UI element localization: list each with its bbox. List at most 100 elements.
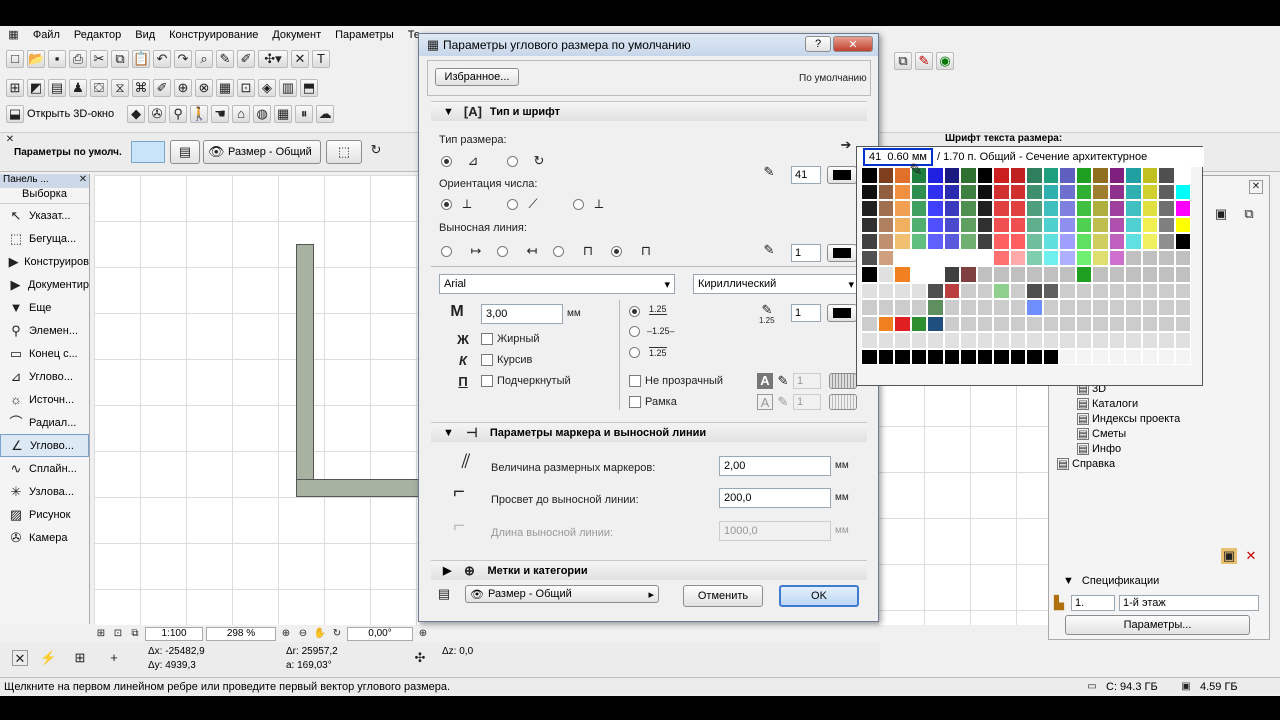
- pen-color-swatch[interactable]: [1009, 315, 1026, 332]
- pen-color-swatch[interactable]: [960, 299, 977, 316]
- toolbox-item[interactable]: ∠ Углово...: [0, 434, 89, 457]
- menu-view[interactable]: Вид: [135, 29, 155, 41]
- pen-color-swatch[interactable]: [1174, 200, 1191, 217]
- pen-color-swatch[interactable]: [1092, 233, 1109, 250]
- walk-icon[interactable]: ⚲: [169, 105, 188, 123]
- pen-color-swatch[interactable]: [877, 183, 894, 200]
- pen-color-swatch[interactable]: [1009, 332, 1026, 349]
- tool-j-icon[interactable]: ⊗: [195, 79, 213, 97]
- pen-color-swatch[interactable]: [993, 315, 1010, 332]
- undo-icon[interactable]: ↶: [153, 50, 171, 68]
- cube-icon[interactable]: ◆: [127, 105, 146, 123]
- toolbox-item[interactable]: ⌒ Радиал...: [0, 411, 89, 434]
- pen-color-swatch[interactable]: [1009, 348, 1026, 365]
- tool-o-icon[interactable]: ⬒: [300, 79, 318, 97]
- tags-section[interactable]: ▶ ⊕ Метки и категории: [431, 560, 867, 580]
- pen-color-swatch[interactable]: [960, 167, 977, 184]
- pen-color-swatch[interactable]: [1026, 299, 1043, 316]
- pen-color-swatch[interactable]: [1009, 216, 1026, 233]
- layout-book-icon[interactable]: ▣: [1213, 206, 1229, 222]
- menu-document[interactable]: Документ: [272, 29, 321, 41]
- pen-color-swatch[interactable]: [861, 315, 878, 332]
- pen-color-swatch[interactable]: [1009, 266, 1026, 283]
- pen-color-swatch[interactable]: [910, 348, 927, 365]
- pen-color-swatch[interactable]: [1092, 332, 1109, 349]
- pen-color-swatch[interactable]: [1141, 315, 1158, 332]
- pen-color-swatch[interactable]: [1009, 299, 1026, 316]
- pick-icon[interactable]: ✎: [216, 50, 234, 68]
- pen-color-swatch[interactable]: [1125, 216, 1142, 233]
- grid-snap-icon[interactable]: ⊞: [72, 650, 88, 666]
- pen-color-swatch[interactable]: [1026, 332, 1043, 349]
- dialog-view-select[interactable]: 👁 Размер - Общий ▸: [465, 585, 659, 603]
- toolbox-item[interactable]: ✇ Камера: [0, 526, 89, 549]
- tool-l-icon[interactable]: ⊡: [237, 79, 255, 97]
- pen-color-swatch[interactable]: [1026, 233, 1043, 250]
- pen-color-swatch[interactable]: [861, 348, 878, 365]
- pen-color-swatch[interactable]: [960, 282, 977, 299]
- num-pos-radio-2[interactable]: [629, 326, 640, 337]
- num-pos-radio-1[interactable]: [629, 306, 640, 317]
- pen-color-swatch[interactable]: [1158, 249, 1175, 266]
- pen-color-swatch[interactable]: [1174, 216, 1191, 233]
- pen-color-swatch[interactable]: [1042, 167, 1059, 184]
- pen-color-swatch[interactable]: [910, 216, 927, 233]
- pen-color-swatch[interactable]: [993, 249, 1010, 266]
- pen-color-swatch[interactable]: [1174, 233, 1191, 250]
- pen-color-swatch[interactable]: [1092, 266, 1109, 283]
- navigator-params-button[interactable]: Параметры...: [1065, 615, 1250, 635]
- pen-color-swatch[interactable]: [894, 249, 911, 266]
- navigator-item[interactable]: ▤ Сметы: [1049, 426, 1269, 441]
- pen-color-swatch[interactable]: [861, 233, 878, 250]
- pen-color-swatch[interactable]: [1026, 348, 1043, 365]
- pen-color-swatch[interactable]: [1092, 348, 1109, 365]
- pen-color-swatch[interactable]: [1174, 249, 1191, 266]
- pen-color-swatch[interactable]: [861, 282, 878, 299]
- pen-color-swatch[interactable]: [1108, 332, 1125, 349]
- story-name[interactable]: 1-й этаж: [1119, 595, 1259, 611]
- pen-color-swatch[interactable]: [894, 200, 911, 217]
- pen-color-swatch[interactable]: [960, 216, 977, 233]
- new-folder-icon[interactable]: ▣: [1221, 548, 1237, 564]
- hand-icon[interactable]: ☚: [211, 105, 230, 123]
- pen-color-swatch[interactable]: [877, 299, 894, 316]
- floor-plan-canvas[interactable]: [94, 175, 426, 625]
- pen-color-swatch[interactable]: [877, 315, 894, 332]
- pen-color-swatch[interactable]: [861, 332, 878, 349]
- pen-color-swatch[interactable]: [1009, 167, 1026, 184]
- menu-options[interactable]: Параметры: [335, 29, 394, 41]
- dim-type-radio-2[interactable]: [507, 156, 518, 167]
- pen-color-swatch[interactable]: [1141, 200, 1158, 217]
- pen-color-swatch[interactable]: [910, 266, 927, 283]
- pen-color-swatch[interactable]: [894, 183, 911, 200]
- pen-color-swatch[interactable]: [894, 348, 911, 365]
- italic-checkbox[interactable]: [481, 354, 493, 366]
- person-icon[interactable]: 🚶: [190, 105, 209, 123]
- pen-color-swatch[interactable]: [976, 216, 993, 233]
- toolbox-item[interactable]: ▶ Документир: [0, 273, 89, 296]
- pen-color-swatch[interactable]: [943, 266, 960, 283]
- navigator-item[interactable]: ▤ Справка: [1049, 456, 1269, 471]
- pen-color-swatch[interactable]: [910, 200, 927, 217]
- pen-color-swatch[interactable]: [1075, 332, 1092, 349]
- pen-color-swatch[interactable]: [1026, 315, 1043, 332]
- pen-color-swatch[interactable]: [1042, 249, 1059, 266]
- toolbox-item[interactable]: ▨ Рисунок: [0, 503, 89, 526]
- tool-c-icon[interactable]: ▤: [48, 79, 66, 97]
- pen-color-swatch[interactable]: [976, 299, 993, 316]
- pen-color-swatch[interactable]: [943, 233, 960, 250]
- home-icon[interactable]: ⌂: [232, 105, 251, 123]
- pen-color-swatch[interactable]: [877, 233, 894, 250]
- globe-icon[interactable]: ◍: [253, 105, 272, 123]
- pen-color-swatch[interactable]: [1158, 332, 1175, 349]
- toolbox-item[interactable]: ✳ Узлова...: [0, 480, 89, 503]
- pen-color-swatch[interactable]: [1141, 266, 1158, 283]
- toolbox-item[interactable]: ↖ Указат...: [0, 204, 89, 227]
- pen-color-swatch[interactable]: [927, 183, 944, 200]
- pen-color-swatch[interactable]: [943, 167, 960, 184]
- pen-color-swatch[interactable]: [993, 233, 1010, 250]
- magic-wand-icon[interactable]: ⚡: [40, 650, 56, 666]
- grid-icon[interactable]: ▦: [274, 105, 293, 123]
- encoding-select[interactable]: Кириллический ▾: [693, 274, 859, 294]
- pen-color-swatch[interactable]: [1075, 216, 1092, 233]
